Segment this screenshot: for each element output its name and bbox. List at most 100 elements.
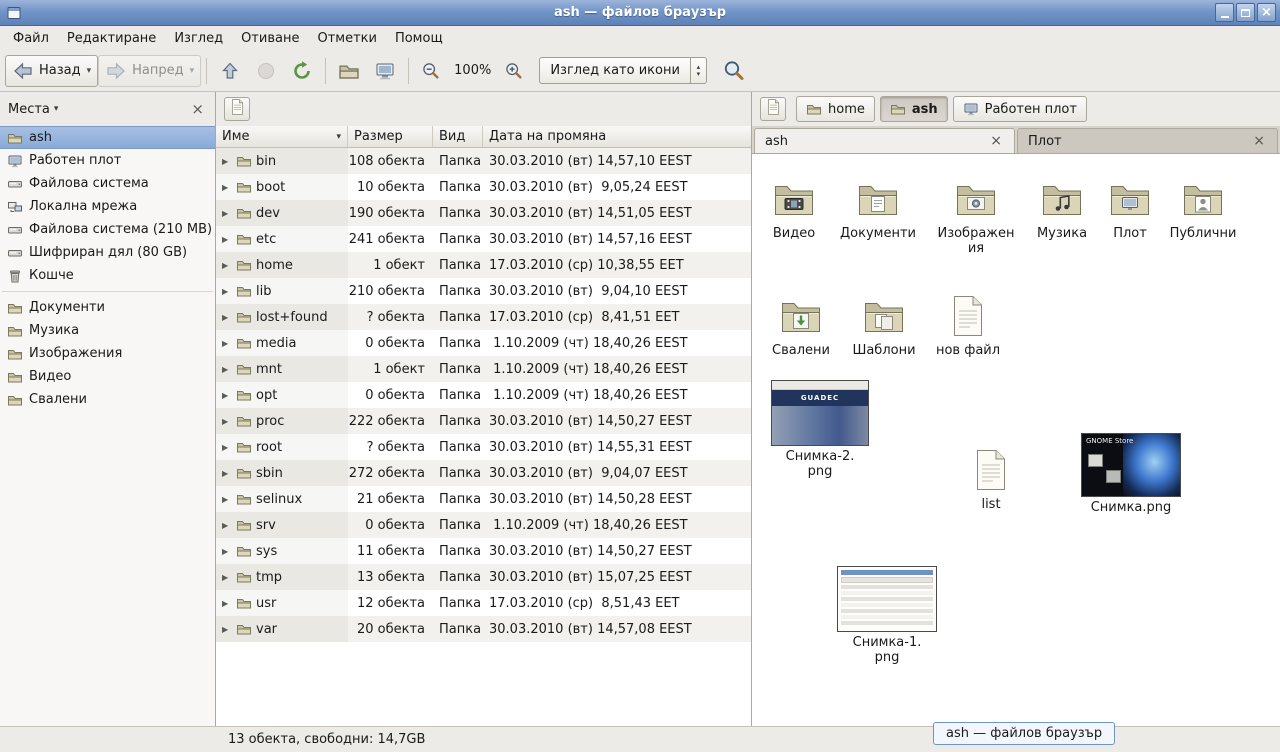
expander-icon[interactable]: ▶ [222, 573, 232, 582]
expander-icon[interactable]: ▶ [222, 443, 232, 452]
view-mode-select[interactable]: Изглед като икони ▴▾ [539, 57, 707, 84]
zoom-out-button[interactable] [414, 55, 448, 87]
forward-button[interactable]: Напред ▾ [98, 55, 201, 87]
sidebar-item[interactable]: Документи [0, 296, 215, 319]
table-row[interactable]: ▶dev190 обектаПапка30.03.2010 (вт) 14,51… [216, 200, 751, 226]
minimize-button[interactable] [1215, 3, 1234, 22]
table-row[interactable]: ▶root? обектаПапка30.03.2010 (вт) 14,55,… [216, 434, 751, 460]
expander-icon[interactable]: ▶ [222, 547, 232, 556]
menu-item[interactable]: Файл [4, 28, 58, 49]
tab-1[interactable]: Плот× [1017, 128, 1278, 153]
column-header-modified[interactable]: Дата на промяна [483, 126, 751, 147]
menu-item[interactable]: Изглед [165, 28, 232, 49]
sidebar-item[interactable]: Видео [0, 365, 215, 388]
expander-icon[interactable]: ▶ [222, 261, 232, 270]
table-row[interactable]: ▶bin108 обектаПапка30.03.2010 (вт) 14,57… [216, 148, 751, 174]
icon-view-item[interactable]: Публични [1159, 175, 1247, 241]
stop-button[interactable] [248, 55, 284, 87]
expander-icon[interactable]: ▶ [222, 391, 232, 400]
expander-icon[interactable]: ▶ [222, 183, 232, 192]
table-row[interactable]: ▶tmp13 обектаПапка30.03.2010 (вт) 15,07,… [216, 564, 751, 590]
sidebar-item[interactable]: Музика [0, 319, 215, 342]
icon-view-item[interactable]: Снимка-1. png [843, 566, 931, 665]
column-header-name[interactable]: Име▾ [216, 126, 348, 147]
expander-icon[interactable]: ▶ [222, 235, 232, 244]
expander-icon[interactable]: ▶ [222, 339, 232, 348]
icon-view-item[interactable]: GNOME StoreСнимка.png [1087, 433, 1175, 515]
table-row[interactable]: ▶selinux21 обектаПапка30.03.2010 (вт) 14… [216, 486, 751, 512]
sidebar-item[interactable]: Локална мрежа [0, 195, 215, 218]
expander-icon[interactable]: ▶ [222, 417, 232, 426]
sidebar-item[interactable]: Работен плот [0, 149, 215, 172]
table-row[interactable]: ▶sbin272 обектаПапка30.03.2010 (вт) 9,04… [216, 460, 751, 486]
menu-item[interactable]: Редактиране [58, 28, 165, 49]
expander-icon[interactable]: ▶ [222, 599, 232, 608]
path-button[interactable]: home [796, 96, 875, 122]
path-button[interactable]: Работен плот [953, 96, 1087, 122]
chevron-down-icon[interactable]: ▾ [54, 104, 59, 114]
table-row[interactable]: ▶var20 обектаПапка30.03.2010 (вт) 14,57,… [216, 616, 751, 642]
search-button[interactable] [715, 55, 753, 87]
table-row[interactable]: ▶mnt1 обектПапка 1.10.2009 (чт) 18,40,26… [216, 356, 751, 382]
expander-icon[interactable]: ▶ [222, 495, 232, 504]
sidebar-item[interactable]: Файлова система [0, 172, 215, 195]
close-button[interactable]: × [1257, 3, 1276, 22]
sidebar-item[interactable]: ash [0, 126, 215, 149]
column-header-size[interactable]: Размер [348, 126, 433, 147]
location-toggle-button[interactable] [760, 97, 786, 121]
up-button[interactable] [212, 55, 248, 87]
table-row[interactable]: ▶home1 обектПапка17.03.2010 (ср) 10,38,5… [216, 252, 751, 278]
icon-view-item[interactable]: Свалени [757, 292, 845, 358]
taskbar-window-button[interactable]: ash — файлов браузър [933, 722, 1115, 745]
location-toggle-button[interactable] [224, 97, 250, 121]
expander-icon[interactable]: ▶ [222, 313, 232, 322]
sidebar-item[interactable]: Кошче [0, 264, 215, 287]
reload-button[interactable] [284, 55, 320, 87]
icon-view-item[interactable]: Видео [752, 175, 838, 241]
table-row[interactable]: ▶srv0 обектаПапка 1.10.2009 (чт) 18,40,2… [216, 512, 751, 538]
home-button[interactable] [331, 55, 367, 87]
expander-icon[interactable]: ▶ [222, 469, 232, 478]
tab-0[interactable]: ash× [754, 128, 1015, 153]
expander-icon[interactable]: ▶ [222, 521, 232, 530]
sidebar-title[interactable]: Места [8, 102, 50, 117]
table-row[interactable]: ▶lib210 обектаПапка30.03.2010 (вт) 9,04,… [216, 278, 751, 304]
expander-icon[interactable]: ▶ [222, 209, 232, 218]
chevron-down-icon[interactable]: ▾ [87, 66, 92, 76]
table-row[interactable]: ▶media0 обектаПапка 1.10.2009 (чт) 18,40… [216, 330, 751, 356]
sidebar-item[interactable]: Шифриран дял (80 GB) [0, 241, 215, 264]
table-row[interactable]: ▶opt0 обектаПапка 1.10.2009 (чт) 18,40,2… [216, 382, 751, 408]
icon-view-item[interactable]: Шаблони [840, 292, 928, 358]
table-row[interactable]: ▶sys11 обектаПапка30.03.2010 (вт) 14,50,… [216, 538, 751, 564]
expander-icon[interactable]: ▶ [222, 365, 232, 374]
column-header-type[interactable]: Вид [433, 126, 483, 147]
sidebar-close-icon[interactable]: × [188, 102, 207, 117]
menu-item[interactable]: Отметки [308, 28, 385, 49]
table-row[interactable]: ▶boot10 обектаПапка30.03.2010 (вт) 9,05,… [216, 174, 751, 200]
computer-button[interactable] [367, 55, 403, 87]
expander-icon[interactable]: ▶ [222, 287, 232, 296]
tab-close-icon[interactable]: × [1251, 134, 1267, 148]
icon-view-item[interactable]: list [947, 446, 1035, 512]
icon-view-item[interactable]: Изображен ия [932, 175, 1020, 256]
table-row[interactable]: ▶usr12 обектаПапка17.03.2010 (ср) 8,51,4… [216, 590, 751, 616]
sidebar-item[interactable]: Свалени [0, 388, 215, 411]
path-button[interactable]: ash [880, 96, 948, 122]
expander-icon[interactable]: ▶ [222, 157, 232, 166]
icon-view[interactable]: ВидеоДокументиИзображен ияМузикаПлотПубл… [752, 154, 1280, 726]
table-row[interactable]: ▶etc241 обектаПапка30.03.2010 (вт) 14,57… [216, 226, 751, 252]
table-row[interactable]: ▶lost+found? обектаПапка17.03.2010 (ср) … [216, 304, 751, 330]
sidebar-item[interactable]: Файлова система (210 MB) [0, 218, 215, 241]
expander-icon[interactable]: ▶ [222, 625, 232, 634]
sidebar-item[interactable]: Изображения [0, 342, 215, 365]
maximize-button[interactable] [1236, 3, 1255, 22]
icon-view-item[interactable]: нов файл [924, 292, 1012, 358]
spinner-arrows-icon[interactable]: ▴▾ [690, 58, 706, 83]
titlebar[interactable]: ash — файлов браузър × [0, 0, 1280, 26]
table-row[interactable]: ▶proc222 обектаПапка30.03.2010 (вт) 14,5… [216, 408, 751, 434]
menu-item[interactable]: Отиване [232, 28, 308, 49]
menu-item[interactable]: Помощ [386, 28, 452, 49]
icon-view-item[interactable]: GUADECСнимка-2. png [776, 380, 864, 479]
icon-view-item[interactable]: Документи [834, 175, 922, 241]
back-button[interactable]: Назад ▾ [5, 55, 98, 87]
